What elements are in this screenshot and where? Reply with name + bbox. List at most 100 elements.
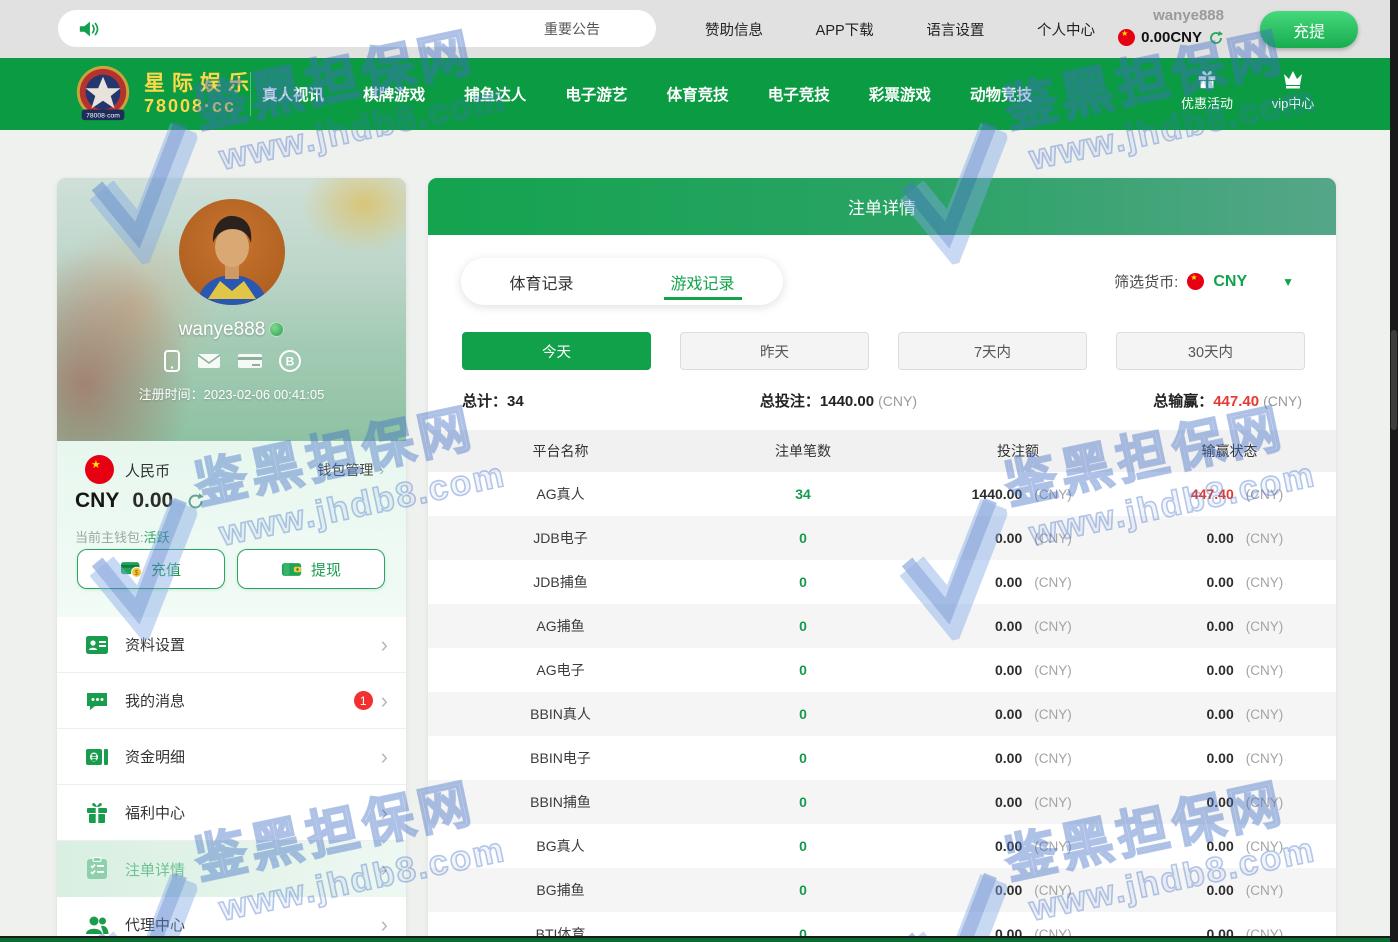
tab-sports-records[interactable]: 体育记录	[461, 258, 622, 305]
date-filter-yesterday[interactable]: 昨天	[680, 332, 869, 370]
nav-promotions-label: 优惠活动	[1181, 93, 1233, 112]
nav-item-fishing[interactable]: 捕鱼达人	[464, 83, 526, 105]
scrollbar[interactable]	[1390, 0, 1398, 942]
sidebar-item-bet-details[interactable]: 注单详情›	[57, 841, 406, 897]
chevron-down-icon: ▼	[1282, 275, 1294, 289]
sidebar: wanye888 B 注册时间：2023-02-06 00:41:05 人民币 …	[57, 178, 406, 942]
currency-name: 人民币	[125, 460, 170, 481]
nav-promotions[interactable]: 优惠活动	[1167, 68, 1247, 112]
sidebar-item-profile-settings[interactable]: 资料设置›	[57, 617, 406, 673]
table-row: AG电子0 0.00(CNY) 0.00(CNY)	[428, 648, 1336, 692]
money-icon	[85, 745, 109, 769]
nav-item-sports[interactable]: 体育竞技	[667, 83, 729, 105]
bank-card-icon[interactable]	[237, 350, 263, 372]
currency-flag-icon	[85, 455, 114, 484]
people-icon	[85, 913, 109, 937]
account-summary: wanye888 0.00CNY	[1118, 6, 1224, 46]
nav-item-esports[interactable]: 电子竞技	[768, 83, 830, 105]
wallet-currency-code: CNY	[75, 489, 119, 513]
chevron-right-icon: ›	[381, 634, 388, 656]
table-row: BBIN真人0 0.00(CNY) 0.00(CNY)	[428, 692, 1336, 736]
table-row: JDB电子0 0.00(CNY) 0.00(CNY)	[428, 516, 1336, 560]
nav-item-slots[interactable]: 电子游艺	[565, 83, 627, 105]
logo-title: 星际娱乐	[144, 72, 256, 96]
date-filter-7days[interactable]: 7天内	[898, 332, 1087, 370]
scrollbar-thumb[interactable]	[1391, 330, 1397, 430]
currency-filter-value: CNY	[1213, 273, 1247, 291]
chevron-right-icon: ›	[381, 690, 388, 712]
currency-filter[interactable]: 筛选货币: CNY ▼	[1114, 271, 1294, 292]
nav-divider	[250, 72, 251, 116]
top-link-language[interactable]: 语言设置	[926, 19, 984, 40]
deposit-withdraw-button[interactable]: 充提	[1260, 11, 1358, 48]
nav-vip-label: vip中心	[1272, 93, 1315, 112]
table-header: 平台名称 注单笔数 投注额 输赢状态	[428, 430, 1336, 472]
panel-title: 注单详情	[428, 178, 1336, 235]
deposit-card-icon: $	[121, 561, 143, 578]
table-row: BBIN电子0 0.00(CNY) 0.00(CNY)	[428, 736, 1336, 780]
top-link-app-download[interactable]: APP下载	[816, 19, 874, 40]
nav-item-lottery[interactable]: 彩票游戏	[869, 83, 931, 105]
unread-badge: 1	[354, 691, 373, 710]
footer-edge	[0, 936, 1390, 942]
date-filter-30days[interactable]: 30天内	[1116, 332, 1305, 370]
top-link-personal-center[interactable]: 个人中心	[1037, 19, 1095, 40]
sidebar-item-funds-detail[interactable]: 资金明细›	[57, 729, 406, 785]
table-row: BG真人0 0.00(CNY) 0.00(CNY)	[428, 824, 1336, 868]
gift-box-icon	[85, 801, 109, 825]
nav-item-animal-games[interactable]: 动物竞技	[970, 83, 1032, 105]
svg-text:$: $	[135, 568, 139, 577]
sidebar-item-messages[interactable]: 我的消息 1 ›	[57, 673, 406, 729]
id-card-icon	[85, 633, 109, 657]
nav-item-board-games[interactable]: 棋牌游戏	[363, 83, 425, 105]
topbar-balance: 0.00CNY	[1141, 29, 1202, 46]
phone-icon[interactable]	[163, 350, 181, 372]
clipboard-checklist-icon	[85, 857, 109, 881]
nav-item-live-casino[interactable]: 真人视讯	[262, 83, 324, 105]
record-tabs: 体育记录 游戏记录	[461, 258, 783, 305]
profile-card: wanye888 B 注册时间：2023-02-06 00:41:05	[57, 178, 406, 441]
crypto-icon[interactable]: B	[279, 350, 301, 372]
refresh-balance-icon[interactable]	[1208, 30, 1224, 46]
chevron-right-icon: ›	[381, 746, 388, 768]
sidebar-menu: 资料设置› 我的消息 1 › 资金明细› 福利中心› 注单详情› 代理中心›	[57, 617, 406, 942]
gift-icon	[1196, 68, 1218, 90]
chat-icon	[85, 689, 109, 713]
chevron-right-icon: ›	[379, 462, 384, 478]
withdraw-wallet-icon	[281, 561, 303, 578]
site-logo[interactable]: 78008·com 星际娱乐 78008·cc	[72, 63, 256, 125]
top-links: 赞助信息 APP下载 语言设置 个人中心	[705, 0, 1095, 58]
wallet-card: 人民币 钱包管理› CNY 0.00 当前主钱包:活跃 $ 充值 提现	[57, 441, 406, 617]
wallet-refresh-icon[interactable]	[186, 492, 205, 511]
logo-domain: 78008·cc	[144, 96, 256, 117]
withdraw-button[interactable]: 提现	[237, 549, 385, 589]
date-filter-today[interactable]: 今天	[462, 332, 651, 370]
wallet-manage-link[interactable]: 钱包管理›	[317, 460, 384, 480]
announcement-bar: 重要公告	[58, 10, 656, 47]
currency-filter-label: 筛选货币:	[1114, 271, 1178, 292]
nav-vip-center[interactable]: vip中心	[1253, 68, 1333, 112]
table-row: AG真人34 1440.00(CNY) 447.40(CNY)	[428, 472, 1336, 516]
tab-game-records[interactable]: 游戏记录	[622, 258, 783, 305]
email-icon[interactable]	[197, 350, 221, 372]
table-row: BBIN捕鱼0 0.00(CNY) 0.00(CNY)	[428, 780, 1336, 824]
wallet-status: 当前主钱包:活跃	[75, 527, 170, 546]
profile-username: wanye888	[179, 319, 266, 340]
crown-icon	[1281, 68, 1305, 90]
date-filters: 今天 昨天 7天内 30天内	[462, 332, 1305, 370]
table-row: AG捕鱼0 0.00(CNY) 0.00(CNY)	[428, 604, 1336, 648]
chevron-right-icon: ›	[381, 858, 388, 880]
speaker-icon	[78, 19, 100, 39]
cny-flag-icon	[1118, 29, 1135, 46]
top-bar: 重要公告 赞助信息 APP下载 语言设置 个人中心 wanye888 0.00C…	[0, 0, 1390, 58]
top-link-sponsor[interactable]: 赞助信息	[705, 19, 763, 40]
table-row: JDB捕鱼0 0.00(CNY) 0.00(CNY)	[428, 560, 1336, 604]
deposit-button[interactable]: $ 充值	[77, 549, 225, 589]
summary-win-loss: 总输赢：447.40(CNY)	[1153, 390, 1302, 411]
sidebar-item-welfare-center[interactable]: 福利中心›	[57, 785, 406, 841]
main-nav: 78008·com 星际娱乐 78008·cc 真人视讯 棋牌游戏 捕鱼达人 电…	[0, 58, 1390, 130]
chevron-right-icon: ›	[381, 914, 388, 936]
cny-flag-icon	[1187, 273, 1204, 290]
topbar-username: wanye888	[1118, 6, 1224, 26]
chevron-right-icon: ›	[381, 802, 388, 824]
